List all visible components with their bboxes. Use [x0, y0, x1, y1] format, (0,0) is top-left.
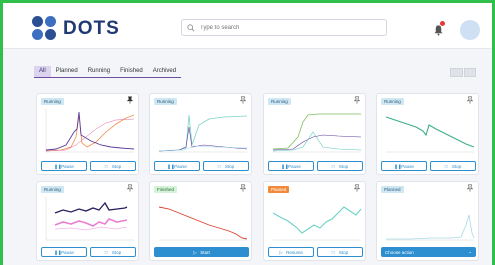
resume-button[interactable]: ▷ Resume [268, 247, 314, 257]
choose-action-select[interactable]: Choose action ⌄ [381, 247, 476, 257]
status-badge: Running [41, 98, 64, 105]
pin-icon[interactable] [126, 184, 134, 192]
pin-icon[interactable] [466, 96, 474, 104]
pin-icon[interactable] [466, 184, 474, 192]
trend-chart [385, 116, 475, 153]
status-tabs: All Planned Running Finished Archived [34, 66, 182, 78]
pause-button[interactable]: ❚❚ Pause [41, 247, 87, 257]
trend-chart [386, 214, 475, 241]
trend-chart [45, 109, 135, 153]
trend-chart [272, 206, 362, 241]
list-view-icon[interactable] [463, 68, 476, 77]
experiment-card[interactable]: Planned Choose action ⌄ [376, 181, 479, 261]
pause-button[interactable]: ❚❚ Pause [154, 161, 200, 171]
stop-icon: □ [104, 249, 108, 255]
trend-chart [45, 197, 134, 241]
tab-all[interactable]: All [34, 66, 51, 77]
search-box[interactable] [181, 19, 387, 36]
experiment-card[interactable]: Running ❚❚ Pause □ Stop [376, 93, 479, 175]
stop-icon: □ [444, 163, 448, 169]
top-header: DOTS [3, 3, 492, 49]
tab-finished[interactable]: Finished [115, 66, 148, 77]
status-badge: Running [41, 186, 64, 193]
start-button[interactable]: ▷ Start [154, 247, 249, 257]
pause-button[interactable]: ❚❚ Pause [268, 161, 314, 171]
trend-chart [272, 113, 362, 153]
stop-icon: □ [104, 163, 108, 169]
stop-icon: □ [217, 163, 221, 169]
play-icon: ▷ [193, 249, 197, 255]
search-icon [187, 24, 195, 32]
tab-archived[interactable]: Archived [148, 66, 181, 77]
tab-running[interactable]: Running [83, 66, 115, 77]
pause-icon: ❚❚ [54, 249, 62, 255]
status-badge: Paused [268, 186, 290, 193]
stop-button[interactable]: □ Stop [317, 247, 363, 257]
chevron-down-icon: ⌄ [468, 249, 472, 254]
experiment-card[interactable]: Finished ▷ Start [149, 181, 252, 261]
pin-icon[interactable] [353, 96, 361, 104]
play-icon: ▷ [279, 249, 283, 255]
search-input[interactable] [200, 22, 380, 34]
trend-chart [158, 206, 248, 241]
brand-name: DOTS [63, 18, 120, 39]
status-badge: Planned [381, 186, 404, 193]
stop-button[interactable]: □ Stop [317, 161, 363, 171]
notification-dot [440, 21, 445, 26]
status-badge: Running [154, 98, 177, 105]
status-badge: Finished [154, 186, 178, 193]
grid-view-icon[interactable] [450, 68, 463, 77]
experiment-card[interactable]: Running ❚❚ Pause □ Stop [36, 93, 139, 175]
status-badge: Running [268, 98, 291, 105]
stop-icon: □ [331, 163, 335, 169]
pause-icon: ❚❚ [394, 163, 402, 169]
stop-button[interactable]: □ Stop [90, 247, 136, 257]
pin-icon[interactable] [239, 184, 247, 192]
status-badge: Running [381, 98, 404, 105]
experiment-card[interactable]: Running ❚❚ Pause □ Stop [263, 93, 366, 175]
pause-icon: ❚❚ [167, 163, 175, 169]
experiment-card[interactable]: Running ❚❚ Pause □ Stop [36, 181, 139, 261]
pause-button[interactable]: ❚❚ Pause [41, 161, 87, 171]
tab-planned[interactable]: Planned [51, 66, 83, 77]
experiment-card[interactable]: Paused ▷ Resume □ Stop [263, 181, 366, 261]
pin-icon[interactable] [239, 96, 247, 104]
pin-icon[interactable] [126, 96, 134, 104]
trend-chart [158, 114, 248, 153]
stop-button[interactable]: □ Stop [90, 161, 136, 171]
app-window: DOTS All Planned Running Finished Archiv… [3, 3, 492, 265]
user-avatar[interactable] [460, 20, 480, 40]
experiment-card[interactable]: Running ❚❚ Pause □ Stop [149, 93, 252, 175]
stop-button[interactable]: □ Stop [203, 161, 249, 171]
pause-icon: ❚❚ [281, 163, 289, 169]
pause-button[interactable]: ❚❚ Pause [381, 161, 427, 171]
dots-logo-icon [32, 16, 58, 42]
stop-icon: □ [331, 249, 335, 255]
stop-button[interactable]: □ Stop [430, 161, 476, 171]
pause-icon: ❚❚ [54, 163, 62, 169]
view-toggle[interactable] [450, 68, 476, 77]
pin-icon[interactable] [353, 184, 361, 192]
